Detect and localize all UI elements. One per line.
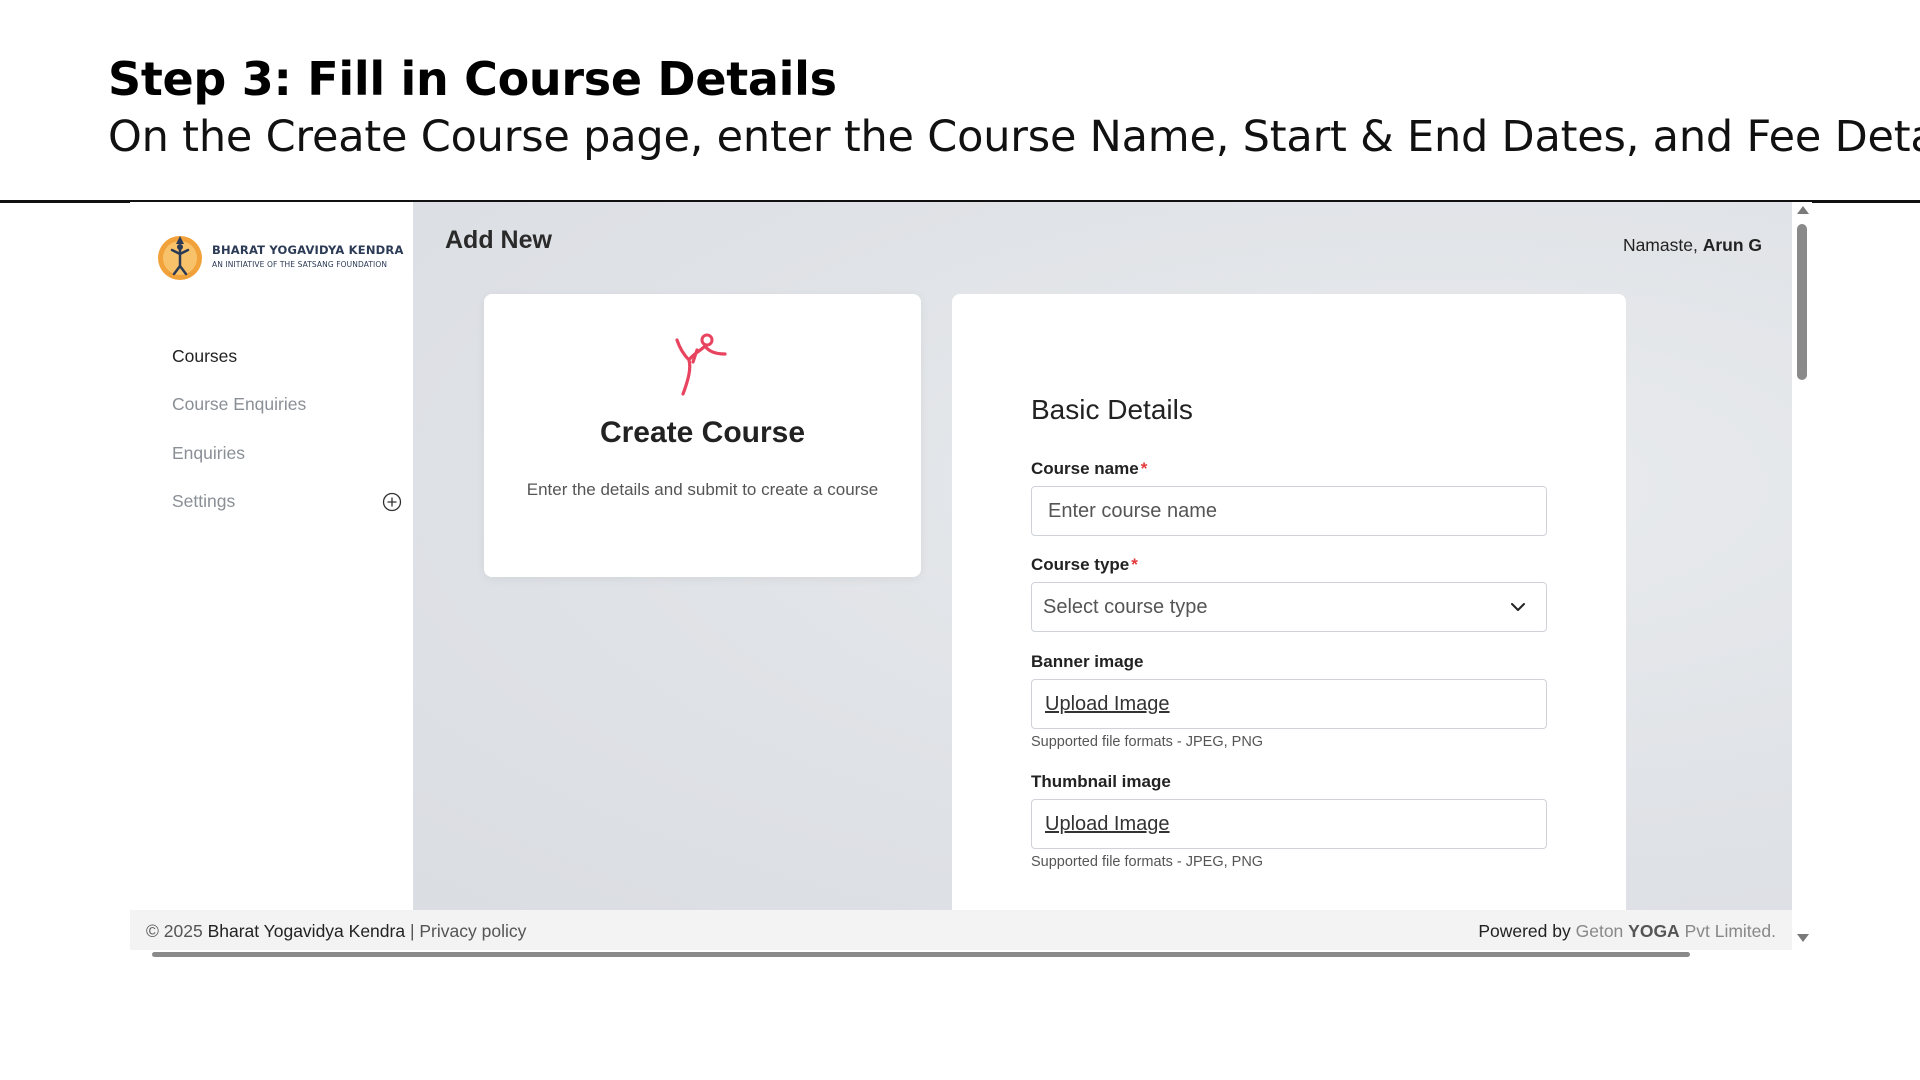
vertical-scrollbar[interactable]: [1792, 202, 1812, 958]
create-course-card: Create Course Enter the details and subm…: [484, 294, 921, 577]
sidebar-item-label: Courses: [172, 345, 238, 366]
user-greeting: Namaste, Arun G: [1623, 235, 1762, 256]
footer-copyright: © 2025 Bharat Yogavidya Kendra | Privacy…: [146, 921, 526, 942]
scroll-down-arrow-icon[interactable]: [1797, 934, 1809, 942]
slide-subtitle: On the Create Course page, enter the Cou…: [108, 112, 1920, 162]
course-type-select[interactable]: Select course type: [1031, 582, 1547, 632]
basic-details-form: Basic Details Course name * Enter course …: [952, 294, 1626, 910]
horizontal-scroll-thumb[interactable]: [152, 952, 1690, 957]
yoga-text: YOGA: [1628, 921, 1680, 941]
banner-image-label: Banner image: [1031, 652, 1144, 671]
copyright-text: © 2025: [146, 921, 208, 941]
yoga-pose-icon: [675, 333, 727, 396]
app-window: BHARAT YOGAVIDYA KENDRA AN INITIATIVE OF…: [130, 202, 1812, 958]
course-type-label-text: Course type: [1031, 555, 1130, 574]
course-name-input[interactable]: Enter course name: [1031, 486, 1547, 536]
sidebar-nav: Courses Course Enquiries Enquiries Setti…: [172, 332, 402, 526]
brand-tagline: AN INITIATIVE OF THE SATSANG FOUNDATION: [212, 260, 388, 269]
privacy-policy-link[interactable]: Privacy policy: [419, 921, 526, 941]
sidebar: BHARAT YOGAVIDYA KENDRA AN INITIATIVE OF…: [130, 202, 413, 910]
upload-image-link[interactable]: Upload Image: [1045, 813, 1170, 836]
required-mark: *: [1140, 459, 1148, 478]
footer-separator: |: [405, 921, 420, 941]
sidebar-item-course-enquiries[interactable]: Course Enquiries: [172, 381, 402, 430]
course-type-label: Course type *: [1031, 555, 1138, 575]
footer-powered-by: Powered by Geton YOGA Pvt Limited.: [1478, 921, 1776, 942]
create-course-title: Create Course: [599, 416, 806, 449]
brand-logo[interactable]: BHARAT YOGAVIDYA KENDRA AN INITIATIVE OF…: [154, 230, 404, 282]
sidebar-item-courses[interactable]: Courses: [172, 332, 402, 381]
sidebar-item-label: Settings: [172, 491, 236, 512]
upload-image-link[interactable]: Upload Image: [1045, 693, 1170, 716]
thumbnail-image-upload[interactable]: Upload Image: [1031, 799, 1547, 849]
footer: © 2025 Bharat Yogavidya Kendra | Privacy…: [130, 910, 1792, 950]
vertical-scroll-thumb[interactable]: [1797, 224, 1807, 380]
required-mark: *: [1131, 555, 1138, 574]
sidebar-item-enquiries[interactable]: Enquiries: [172, 429, 402, 478]
greeting-prefix: Namaste,: [1622, 235, 1703, 255]
banner-image-hint: Supported file formats - JPEG, PNG: [1031, 734, 1264, 750]
course-name-placeholder: Enter course name: [1048, 499, 1217, 522]
section-title: Basic Details: [1031, 394, 1193, 425]
expand-plus-icon[interactable]: [382, 492, 402, 512]
slide-title: Step 3: Fill in Course Details: [108, 52, 837, 106]
yoga-logo-icon: [158, 236, 202, 280]
main-content: Add New Namaste, Arun G Create Course En…: [413, 202, 1792, 910]
pvt-limited-text: Pvt Limited.: [1679, 921, 1776, 941]
thumbnail-image-label: Thumbnail image: [1031, 772, 1171, 791]
thumbnail-image-hint: Supported file formats - JPEG, PNG: [1031, 854, 1264, 870]
scroll-up-arrow-icon[interactable]: [1797, 206, 1809, 214]
create-course-description: Enter the details and submit to create a…: [526, 480, 879, 499]
course-type-placeholder: Select course type: [1043, 595, 1208, 618]
sidebar-item-settings[interactable]: Settings: [172, 478, 402, 527]
user-name: Arun G: [1702, 235, 1762, 255]
horizontal-scrollbar[interactable]: [130, 950, 1792, 958]
footer-org-name: Bharat Yogavidya Kendra: [207, 921, 406, 941]
powered-by-text: Powered by: [1478, 921, 1576, 941]
chevron-down-icon: [1511, 603, 1525, 611]
sidebar-item-label: Enquiries: [172, 442, 245, 463]
geton-text: Geton: [1575, 921, 1629, 941]
course-name-label-text: Course name: [1031, 459, 1139, 478]
banner-image-upload[interactable]: Upload Image: [1031, 679, 1547, 729]
page-title: Add New: [445, 226, 552, 254]
course-name-label: Course name *: [1031, 459, 1147, 479]
sidebar-item-label: Course Enquiries: [172, 394, 307, 415]
brand-name: BHARAT YOGAVIDYA KENDRA: [212, 243, 404, 257]
